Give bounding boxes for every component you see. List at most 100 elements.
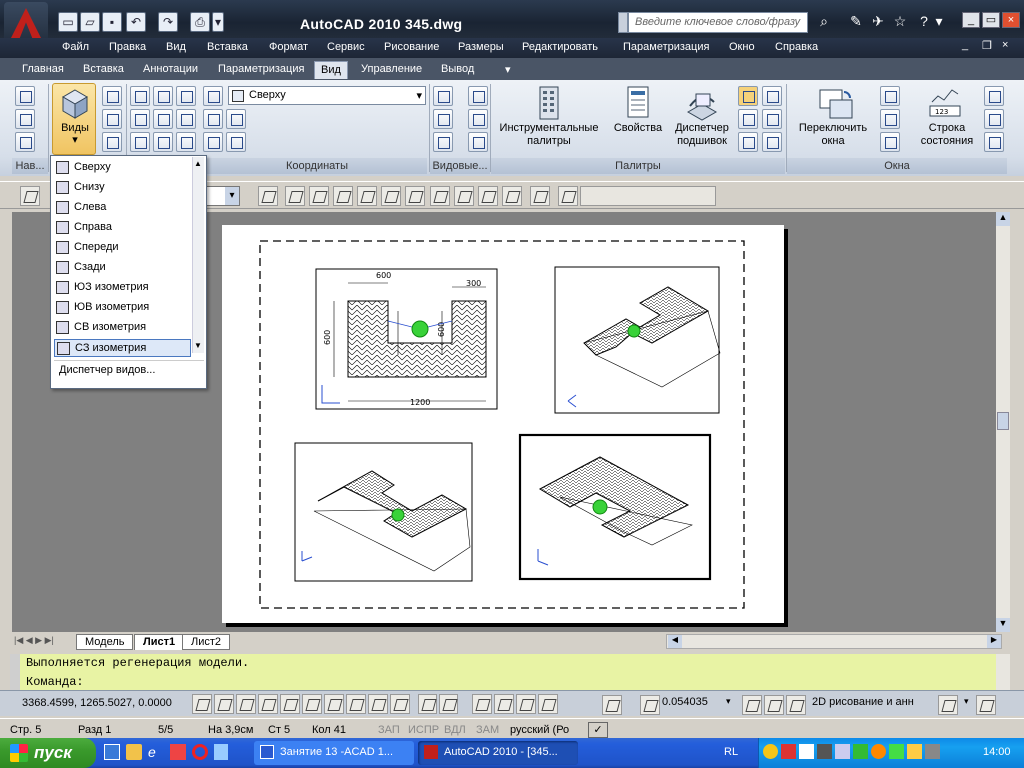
autoscale-icon[interactable]	[786, 695, 806, 715]
switch-windows-icon[interactable]	[816, 84, 856, 124]
view-item-front[interactable]: Спереди	[54, 239, 191, 257]
annotation-scale-icon[interactable]	[742, 695, 762, 715]
command-grip[interactable]	[10, 654, 20, 690]
view-name-field[interactable]	[580, 186, 716, 206]
scroll-up-icon[interactable]: ▲	[996, 212, 1010, 226]
ucs-previous-icon[interactable]	[203, 132, 223, 152]
maximize-button[interactable]: ▭	[982, 12, 1000, 28]
keyboard-language[interactable]: RL	[724, 746, 738, 758]
tab-view[interactable]: Вид	[314, 61, 348, 79]
nw-iso-toolbar-icon[interactable]	[502, 186, 522, 206]
tool-palettes-icon[interactable]	[529, 84, 569, 124]
grid-icon[interactable]	[214, 694, 234, 714]
tray-app-icon[interactable]	[817, 744, 832, 759]
volume-icon[interactable]	[835, 744, 850, 759]
polar-icon[interactable]	[258, 694, 278, 714]
network-icon[interactable]	[853, 744, 868, 759]
menu-modify[interactable]: Редактировать	[522, 41, 598, 53]
menu-dimensions[interactable]: Размеры	[458, 41, 504, 53]
ucs-world-icon[interactable]	[130, 86, 150, 106]
dyn-icon[interactable]	[346, 694, 366, 714]
ucs-settings-icon[interactable]	[226, 132, 246, 152]
view-top-toolbar-icon[interactable]	[285, 186, 305, 206]
menu-draw[interactable]: Рисование	[384, 41, 439, 53]
tab-sheet1[interactable]: Лист1	[134, 634, 185, 650]
ortho-icon[interactable]	[236, 694, 256, 714]
minimize-button[interactable]: _	[962, 12, 980, 28]
ucs-apply-icon[interactable]	[226, 109, 246, 129]
tab-parametric[interactable]: Параметризация	[212, 61, 310, 79]
viewport-config-icon[interactable]	[433, 86, 453, 106]
tool-palettes-label[interactable]: Инструментальные палитры	[498, 122, 600, 148]
binoculars-icon[interactable]: ⌕	[814, 11, 834, 31]
view-item-se-iso[interactable]: ЮВ изометрия	[54, 299, 191, 317]
view-combo-select[interactable]: Сверху ▾	[228, 86, 426, 105]
doc-minimize-button[interactable]: _	[962, 39, 968, 51]
communication-center-icon[interactable]: ✈	[868, 11, 888, 31]
named-views-icon[interactable]	[20, 186, 40, 206]
ucs-view-icon[interactable]	[176, 86, 196, 106]
ducs-icon[interactable]	[324, 694, 344, 714]
tab-annotate[interactable]: Аннотации	[137, 61, 204, 79]
pan-status-icon[interactable]	[472, 694, 492, 714]
tab-output[interactable]: Вывод	[435, 61, 480, 79]
snap-mode-icon[interactable]	[192, 694, 212, 714]
taskbar-item-autocad[interactable]: AutoCAD 2010 - [345...	[418, 741, 578, 765]
menu-tools[interactable]: Сервис	[327, 41, 365, 53]
view-item-nw-iso[interactable]: СЗ изометрия	[54, 339, 191, 357]
ucs-named-icon[interactable]	[203, 109, 223, 129]
showmotion-icon[interactable]	[538, 694, 558, 714]
sheet-set-manager-label[interactable]: Диспетчер подшивок	[670, 122, 734, 148]
redo-icon[interactable]: ↷	[158, 12, 178, 32]
properties-label[interactable]: Свойства	[608, 122, 668, 135]
ucs-z-icon[interactable]	[176, 109, 196, 129]
viewport-new-icon[interactable]	[468, 86, 488, 106]
annotation-visibility-icon[interactable]	[764, 695, 784, 715]
scroll-up-icon[interactable]: ▲	[194, 159, 202, 168]
opera-icon[interactable]	[192, 744, 208, 760]
steering-wheel-icon[interactable]	[15, 86, 35, 106]
otrack-icon[interactable]	[302, 694, 322, 714]
internet-explorer-icon[interactable]: e	[148, 744, 164, 760]
subscription-center-icon[interactable]: ✎	[846, 11, 866, 31]
tab-manage[interactable]: Управление	[355, 61, 428, 79]
design-center-icon[interactable]	[738, 109, 758, 129]
steering-wheel-status-icon[interactable]	[516, 694, 536, 714]
viewport-single-icon[interactable]	[433, 132, 453, 152]
menu-insert[interactable]: Вставка	[207, 41, 248, 53]
command-scrollbar[interactable]	[996, 654, 1010, 690]
show-desktop-icon[interactable]	[104, 744, 120, 760]
workspace-switcher[interactable]: 2D рисование и анн	[812, 696, 936, 708]
tray-app-icon[interactable]	[889, 744, 904, 759]
media-player-icon[interactable]	[126, 744, 142, 760]
menu-file[interactable]: Файл	[62, 41, 89, 53]
tray-app-icon[interactable]	[907, 744, 922, 759]
view-item-sw-iso[interactable]: ЮЗ изометрия	[54, 279, 191, 297]
horizontal-scrollbar[interactable]: ◀ ▶	[666, 634, 1002, 649]
tab-navigation-icon[interactable]: |◀ ◀ ▶ ▶|	[14, 635, 54, 646]
view-bottom-toolbar-icon[interactable]	[309, 186, 329, 206]
properties-icon[interactable]	[618, 84, 658, 124]
scroll-left-icon[interactable]: ◀	[668, 635, 682, 648]
zoom-previous-icon[interactable]	[558, 186, 578, 206]
ucs-icon[interactable]	[203, 86, 223, 106]
view-right-toolbar-icon[interactable]	[357, 186, 377, 206]
ne-iso-toolbar-icon[interactable]	[478, 186, 498, 206]
close-button[interactable]: ×	[1002, 12, 1020, 28]
tab-insert[interactable]: Вставка	[77, 61, 130, 79]
app-icon[interactable]	[170, 744, 186, 760]
tile-vertical-icon[interactable]	[880, 109, 900, 129]
lock-icon[interactable]	[984, 109, 1004, 129]
tab-sheet2[interactable]: Лист2	[182, 634, 231, 650]
scroll-down-icon[interactable]: ▼	[996, 618, 1010, 632]
menu-help[interactable]: Справка	[775, 41, 818, 53]
ucs-origin-icon[interactable]	[153, 86, 173, 106]
undo-icon[interactable]: ↶	[126, 12, 146, 32]
chevron-down-icon[interactable]: ▾	[964, 696, 969, 707]
se-iso-toolbar-icon[interactable]	[454, 186, 474, 206]
cleanscreen-icon[interactable]	[738, 86, 758, 106]
tile-horizontal-icon[interactable]	[880, 86, 900, 106]
viewport-clip-icon[interactable]	[468, 109, 488, 129]
ucs-x-icon[interactable]	[130, 109, 150, 129]
viewport-restore-icon[interactable]	[468, 132, 488, 152]
